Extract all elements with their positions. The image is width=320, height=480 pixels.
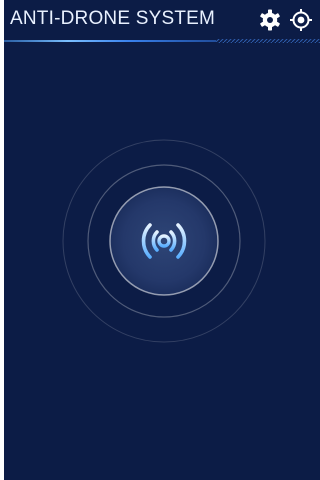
signal-broadcast-icon — [109, 186, 219, 296]
header-bar: ANTI-DRONE SYSTEM — [4, 0, 320, 44]
app-screen: ANTI-DRONE SYSTEM — [4, 0, 320, 480]
broadcast-button[interactable] — [108, 185, 220, 297]
target-button[interactable] — [289, 8, 313, 32]
app-title: ANTI-DRONE SYSTEM — [10, 8, 216, 29]
gear-icon — [260, 9, 280, 31]
header-divider — [4, 39, 320, 43]
crosshair-target-icon — [290, 9, 312, 31]
settings-button[interactable] — [258, 8, 282, 32]
